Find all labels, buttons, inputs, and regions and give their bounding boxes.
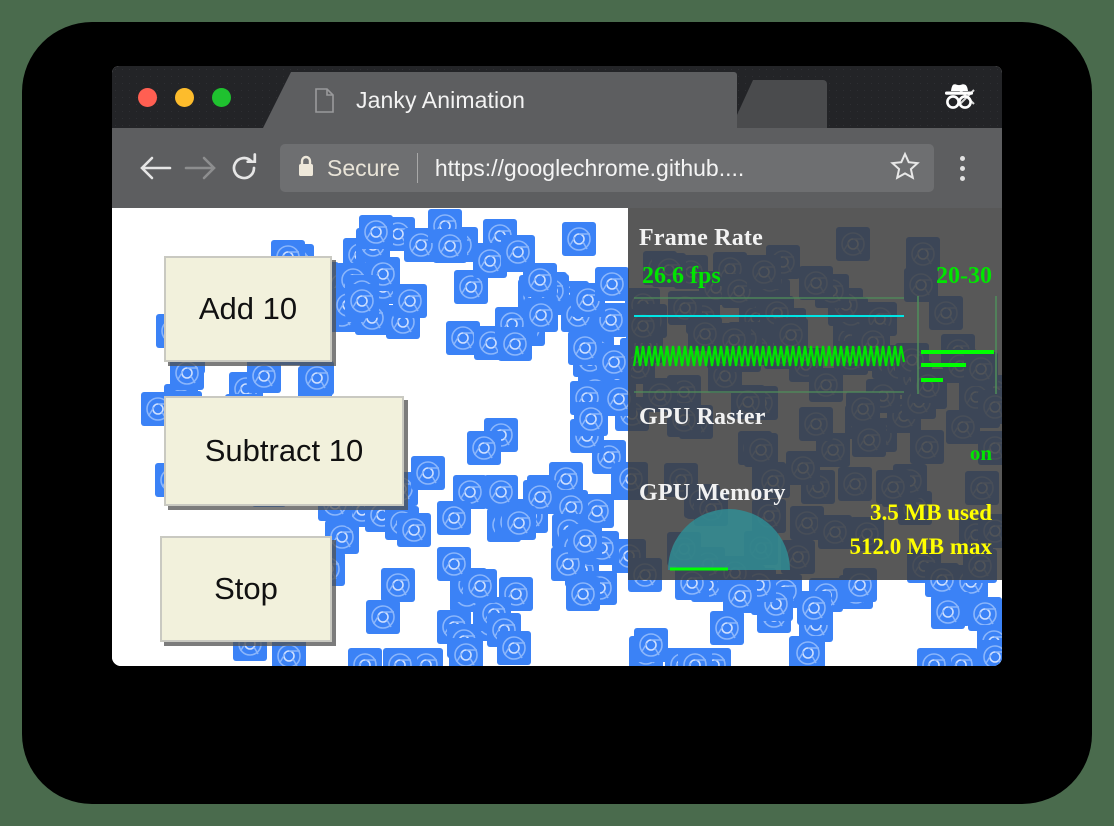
chrome-logo-sprite (502, 506, 536, 540)
chrome-logo-sprite (449, 638, 483, 666)
reload-icon[interactable] (222, 146, 266, 190)
chrome-logo-sprite (411, 456, 445, 490)
performance-hud-overlay: Frame Rate 26.6 fps 20-30 GPU Raster (628, 208, 1002, 580)
chrome-logo-sprite (345, 284, 379, 318)
add-10-button-label: Add 10 (199, 291, 297, 327)
chrome-logo-sprite (566, 577, 600, 611)
background-tab[interactable] (731, 80, 827, 128)
chrome-logo-sprite (917, 648, 951, 666)
subtract-10-button-label: Subtract 10 (205, 433, 364, 469)
gpu-memory-max: 512.0 MB max (850, 534, 992, 560)
tab-strip: Janky Animation (112, 66, 1002, 128)
stop-button[interactable]: Stop (160, 536, 332, 642)
chrome-logo-sprite (484, 475, 518, 509)
chrome-logo-sprite (797, 591, 831, 625)
browser-window: Janky Animation (112, 66, 1002, 666)
arrow-right-icon[interactable] (178, 146, 222, 190)
omnibox[interactable]: Secure https://googlechrome.github.... (280, 144, 934, 192)
chrome-logo-sprite (931, 595, 965, 629)
chrome-logo-sprite (383, 648, 417, 666)
window-close-button[interactable] (138, 88, 157, 107)
chrome-logo-sprite (978, 640, 1002, 666)
chrome-logo-sprite (463, 569, 497, 603)
chrome-logo-sprite (397, 513, 431, 547)
chrome-logo-sprite (574, 402, 608, 436)
frame-rate-range: 20-30 (936, 263, 992, 290)
chrome-logo-sprite (568, 524, 602, 558)
window-minimize-button[interactable] (175, 88, 194, 107)
chrome-logo-sprite (723, 579, 757, 613)
stop-button-label: Stop (214, 571, 278, 607)
chrome-logo-sprite (437, 501, 471, 535)
chrome-logo-sprite (710, 611, 744, 645)
chrome-logo-sprite (498, 327, 532, 361)
tab-janky-animation[interactable]: Janky Animation (263, 72, 737, 128)
lock-icon (296, 154, 316, 183)
chrome-logo-sprite (791, 636, 825, 666)
chrome-logo-sprite (523, 263, 557, 297)
chrome-logo-sprite (272, 639, 306, 666)
gpu-raster-value: on (970, 441, 992, 466)
chrome-logo-sprite (562, 222, 596, 256)
chrome-logo-sprite (497, 631, 531, 665)
chrome-logo-sprite (678, 648, 712, 666)
gpu-memory-graph (664, 504, 794, 576)
more-vertical-icon[interactable] (940, 146, 984, 190)
gpu-raster-title: GPU Raster (639, 404, 766, 431)
chrome-logo-sprite (247, 359, 281, 393)
chrome-logo-sprite (433, 229, 467, 263)
chrome-logo-sprite (634, 628, 668, 662)
chrome-logo-sprite (348, 648, 382, 666)
window-maximize-button[interactable] (212, 88, 231, 107)
frame-rate-value: 26.6 fps (642, 263, 721, 290)
incognito-icon[interactable] (938, 78, 980, 116)
tab-title: Janky Animation (356, 87, 525, 114)
chrome-logo-sprite (467, 431, 501, 465)
subtract-10-button[interactable]: Subtract 10 (164, 396, 404, 506)
document-icon (315, 88, 334, 113)
chrome-logo-sprite (381, 568, 415, 602)
chrome-logo-sprite (568, 331, 602, 365)
url-input[interactable]: https://googlechrome.github.... (435, 155, 882, 182)
chrome-logo-sprite (359, 215, 393, 249)
add-10-button[interactable]: Add 10 (164, 256, 332, 362)
chrome-logo-sprite (393, 284, 427, 318)
arrow-left-icon[interactable] (134, 146, 178, 190)
secure-label: Secure (327, 155, 400, 182)
chrome-logo-sprite (300, 361, 334, 395)
gpu-memory-title: GPU Memory (639, 480, 786, 507)
omnibox-divider (417, 153, 418, 183)
gpu-memory-used: 3.5 MB used (870, 500, 992, 526)
chrome-logo-sprite (366, 600, 400, 634)
window-traffic-lights (138, 88, 231, 107)
star-icon[interactable] (890, 151, 920, 186)
frame-rate-graph (628, 294, 1002, 396)
frame-rate-title: Frame Rate (639, 225, 763, 252)
chrome-logo-sprite (595, 267, 629, 301)
page-viewport: Add 10 Subtract 10 Stop Frame Rate 26.6 … (112, 208, 1002, 666)
browser-toolbar: Secure https://googlechrome.github.... (112, 128, 1002, 208)
